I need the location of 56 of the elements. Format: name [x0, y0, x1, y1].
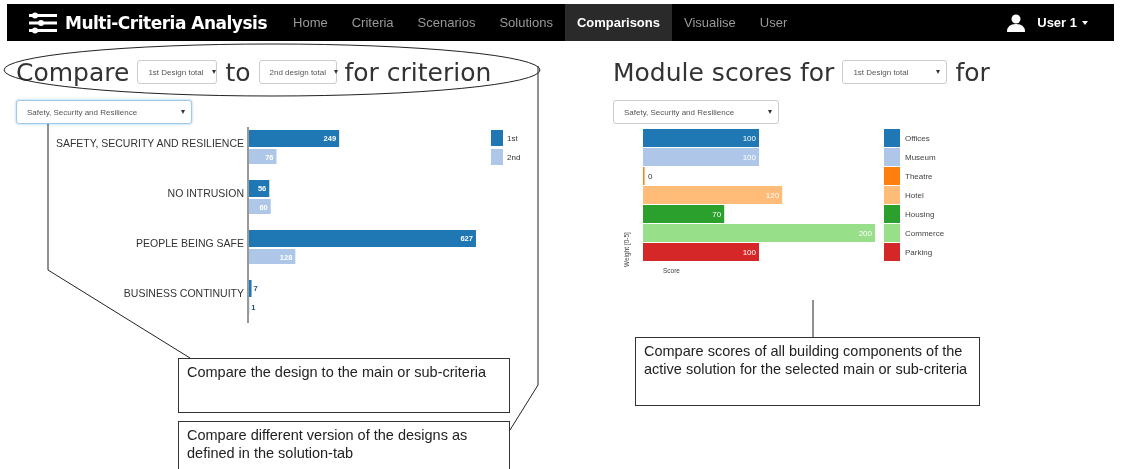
- heading-text: for criterion: [344, 57, 492, 87]
- bar: [249, 199, 271, 214]
- legend-label: Hotel: [905, 191, 924, 200]
- bar: [249, 180, 270, 197]
- heading-text: for: [955, 57, 990, 87]
- caret-icon: [768, 110, 772, 114]
- dropdown[interactable]: 2nd design total: [258, 60, 337, 84]
- data-label: 100: [742, 248, 756, 257]
- legend-label: Museum: [905, 153, 936, 162]
- user-icon: [1007, 13, 1026, 32]
- bar: [249, 249, 296, 264]
- legend-label: Offices: [905, 134, 930, 143]
- nav-link[interactable]: Scenarios: [405, 4, 488, 41]
- nav-link[interactable]: Visualise: [672, 4, 748, 41]
- legend-label: Housing: [905, 210, 935, 219]
- nav-link[interactable]: Home: [281, 4, 340, 41]
- sliders-icon: [27, 11, 59, 34]
- data-label: 100: [742, 153, 756, 162]
- callout-note: Compare the design to the main or sub-criteria: [178, 358, 510, 413]
- category-label: BUSINESS CONTINUITY: [123, 287, 244, 299]
- heading-text: to: [225, 57, 251, 87]
- heading-text: Compare: [16, 57, 130, 87]
- bar: [249, 149, 277, 164]
- legend-label: Theatre: [905, 172, 933, 181]
- data-label: 120: [765, 191, 780, 200]
- legend-label: Parking: [905, 248, 933, 257]
- heading-text: Module scores for: [613, 57, 835, 87]
- data-label: 200: [858, 229, 872, 238]
- callout-note: Compare different version of the designs as defined in the solution-tab: [178, 421, 510, 469]
- caret-icon: [181, 110, 185, 114]
- dropdown[interactable]: Safety, Security and Resilience: [16, 100, 192, 124]
- legend-label: 1st: [507, 134, 518, 143]
- caret-icon: [334, 70, 338, 74]
- app-title[interactable]: Multi-Criteria Analysis: [65, 12, 267, 33]
- category-label: SAFETY, SECURITY AND RESILIENCE: [55, 137, 244, 149]
- nav-link[interactable]: User: [747, 4, 800, 41]
- legend-label: Commerce: [905, 229, 945, 238]
- caret-icon: [211, 70, 216, 74]
- data-label: 0: [648, 172, 653, 181]
- caret-icon: [936, 70, 941, 74]
- data-label: 100: [742, 134, 756, 143]
- nav-link[interactable]: Criteria: [339, 4, 406, 41]
- leader-line: [812, 299, 814, 338]
- caret-icon: [1082, 20, 1088, 25]
- category-label: NO INTRUSION: [167, 187, 244, 199]
- category-label: PEOPLE BEING SAFE: [136, 237, 244, 249]
- nav-link[interactable]: Comparisons: [564, 4, 672, 41]
- dropdown[interactable]: 1st Design total: [842, 60, 948, 84]
- bar: [249, 280, 252, 297]
- dropdown[interactable]: Safety, Security and Resilience: [613, 100, 779, 124]
- dropdown[interactable]: 1st Design total: [137, 60, 218, 84]
- callout-note: Compare scores of all building components of the active solution for the selected main or sub-criteria: [635, 337, 980, 406]
- nav-link[interactable]: Solutions: [487, 4, 565, 41]
- legend-label: 2nd: [507, 153, 521, 162]
- data-label: 70: [712, 210, 722, 219]
- user-menu[interactable]: User 1: [1037, 15, 1088, 30]
